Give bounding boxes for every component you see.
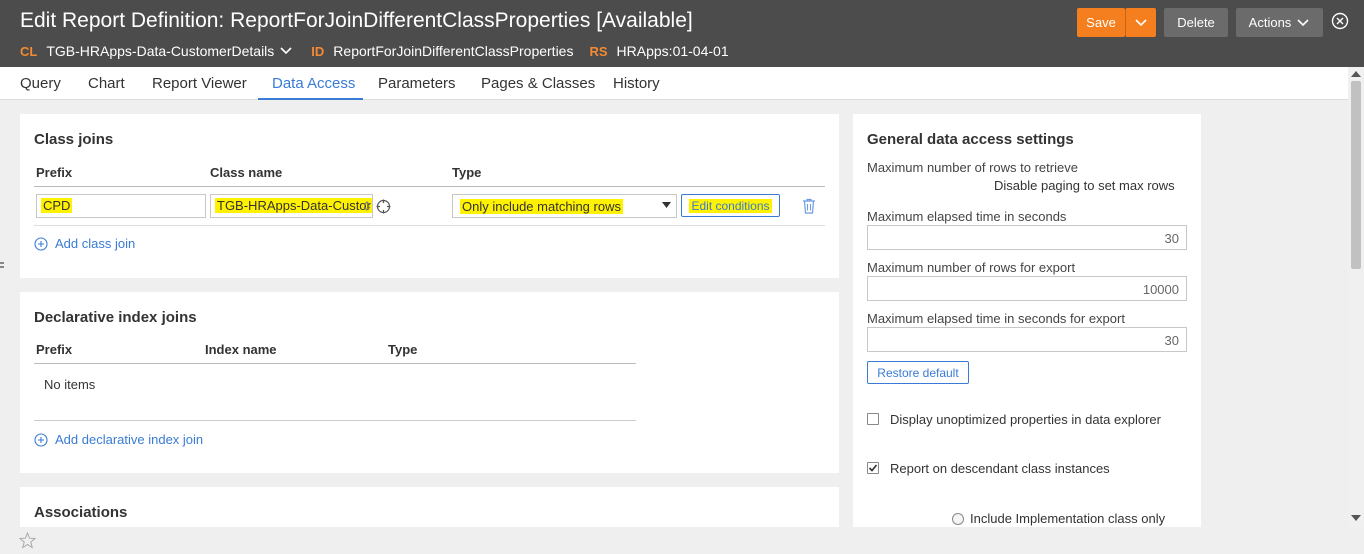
index-joins-card: Declarative index joins Prefix Index nam… xyxy=(20,292,839,473)
add-index-join-label: Add declarative index join xyxy=(55,432,204,447)
descendant-checkbox[interactable] xyxy=(867,462,879,474)
unoptimized-checkbox[interactable] xyxy=(867,413,879,425)
index-joins-title: Declarative index joins xyxy=(34,309,197,326)
max-export-time-label: Maximum elapsed time in seconds for expo… xyxy=(867,311,1125,326)
cl-key: CL xyxy=(20,43,38,59)
tab-pages-classes[interactable]: Pages & Classes xyxy=(481,75,595,92)
star-icon[interactable] xyxy=(19,532,36,549)
col-prefix: Prefix xyxy=(36,165,73,180)
panel-grip xyxy=(0,266,4,268)
plus-circle-icon xyxy=(34,432,48,447)
chevron-down-icon xyxy=(1297,18,1309,26)
tab-history[interactable]: History xyxy=(613,75,660,92)
associations-title: Associations xyxy=(34,504,128,521)
max-rows-label: Maximum number of rows to retrieve xyxy=(867,160,1078,175)
chevron-down-icon[interactable] xyxy=(279,45,293,57)
id-key: ID xyxy=(311,43,325,59)
no-items-text: No items xyxy=(44,377,96,392)
rs-key: RS xyxy=(589,43,608,59)
dropdown-arrow-icon xyxy=(662,202,671,208)
col-index-name: Index name xyxy=(205,342,277,357)
actions-button[interactable]: Actions xyxy=(1236,8,1323,37)
col-type: Type xyxy=(452,165,482,180)
tab-data-access[interactable]: Data Access xyxy=(272,75,355,92)
trash-icon[interactable] xyxy=(802,198,816,214)
row-divider xyxy=(34,420,636,421)
max-export-time-input[interactable]: 30 xyxy=(867,327,1187,352)
page-title: Edit Report Definition: ReportForJoinDif… xyxy=(20,9,693,32)
add-index-join-link[interactable]: Add declarative index join xyxy=(34,432,203,447)
edit-conditions-button[interactable]: Edit conditions xyxy=(681,194,780,217)
col-class-name: Class name xyxy=(210,165,283,180)
add-class-join-link[interactable]: Add class join xyxy=(34,236,135,251)
checkmark-icon xyxy=(868,464,878,472)
prefix-value: CPD xyxy=(41,198,73,213)
tab-chart[interactable]: Chart xyxy=(88,75,125,92)
vertical-scrollbar[interactable] xyxy=(1348,67,1364,527)
active-tab-indicator xyxy=(258,98,363,100)
header-bar: Edit Report Definition: ReportForJoinDif… xyxy=(0,0,1364,67)
col-type: Type xyxy=(388,342,418,357)
rs-value: HRApps:01-04-01 xyxy=(616,43,729,59)
descendant-label: Report on descendant class instances xyxy=(890,461,1110,476)
close-icon[interactable] xyxy=(1331,12,1349,30)
save-dropdown-button[interactable] xyxy=(1125,8,1156,37)
save-button[interactable]: Save xyxy=(1077,8,1125,37)
meta-row: CL TGB-HRApps-Data-CustomerDetails ID Re… xyxy=(20,43,729,59)
cl-value-link[interactable]: TGB-HRApps-Data-CustomerDetails xyxy=(46,43,274,59)
settings-title: General data access settings xyxy=(867,131,1074,148)
plus-circle-icon xyxy=(34,236,48,251)
id-value: ReportForJoinDifferentClassProperties xyxy=(333,43,574,59)
scroll-down-icon[interactable] xyxy=(1351,515,1361,521)
restore-default-button[interactable]: Restore default xyxy=(867,361,969,384)
type-value: Only include matching rows xyxy=(460,199,623,214)
class-name-value: TGB-HRApps-Data-Custor xyxy=(215,198,372,213)
max-export-rows-input[interactable]: 10000 xyxy=(867,276,1187,301)
header-divider xyxy=(34,186,825,187)
max-export-rows-label: Maximum number of rows for export xyxy=(867,260,1076,275)
max-time-input[interactable]: 30 xyxy=(867,225,1187,250)
scroll-up-icon[interactable] xyxy=(1351,71,1361,77)
type-select[interactable]: Only include matching rows xyxy=(452,194,677,218)
autocomplete-arrows-icon xyxy=(363,201,371,211)
header-divider xyxy=(34,363,636,364)
actions-label: Actions xyxy=(1248,15,1292,30)
col-prefix: Prefix xyxy=(36,342,73,357)
tab-bar: Query Chart Report Viewer Data Access Pa… xyxy=(0,67,1348,100)
impl-radio[interactable] xyxy=(952,513,964,525)
class-joins-title: Class joins xyxy=(34,131,114,148)
scrollbar-thumb[interactable] xyxy=(1351,81,1361,269)
tab-parameters[interactable]: Parameters xyxy=(378,75,456,92)
delete-button[interactable]: Delete xyxy=(1164,8,1228,37)
class-joins-card: Class joins Prefix Class name Type CPD T… xyxy=(20,114,839,278)
row-divider xyxy=(34,225,825,226)
prefix-input[interactable]: CPD xyxy=(36,194,206,218)
class-name-input[interactable]: TGB-HRApps-Data-Custor xyxy=(210,194,373,218)
add-class-join-label: Add class join xyxy=(55,236,136,251)
target-icon[interactable] xyxy=(376,199,391,214)
tab-query[interactable]: Query xyxy=(20,75,61,92)
chevron-down-icon xyxy=(1135,18,1147,26)
max-time-label: Maximum elapsed time in seconds xyxy=(867,209,1067,224)
impl-label: Include Implementation class only xyxy=(970,511,1166,526)
tab-report-viewer[interactable]: Report Viewer xyxy=(152,75,247,92)
edit-conditions-label: Edit conditions xyxy=(689,199,772,213)
paging-note: Disable paging to set max rows xyxy=(994,178,1175,193)
associations-card: Associations xyxy=(20,487,839,527)
unoptimized-label: Display unoptimized properties in data e… xyxy=(890,412,1161,427)
panel-grip xyxy=(0,262,4,264)
